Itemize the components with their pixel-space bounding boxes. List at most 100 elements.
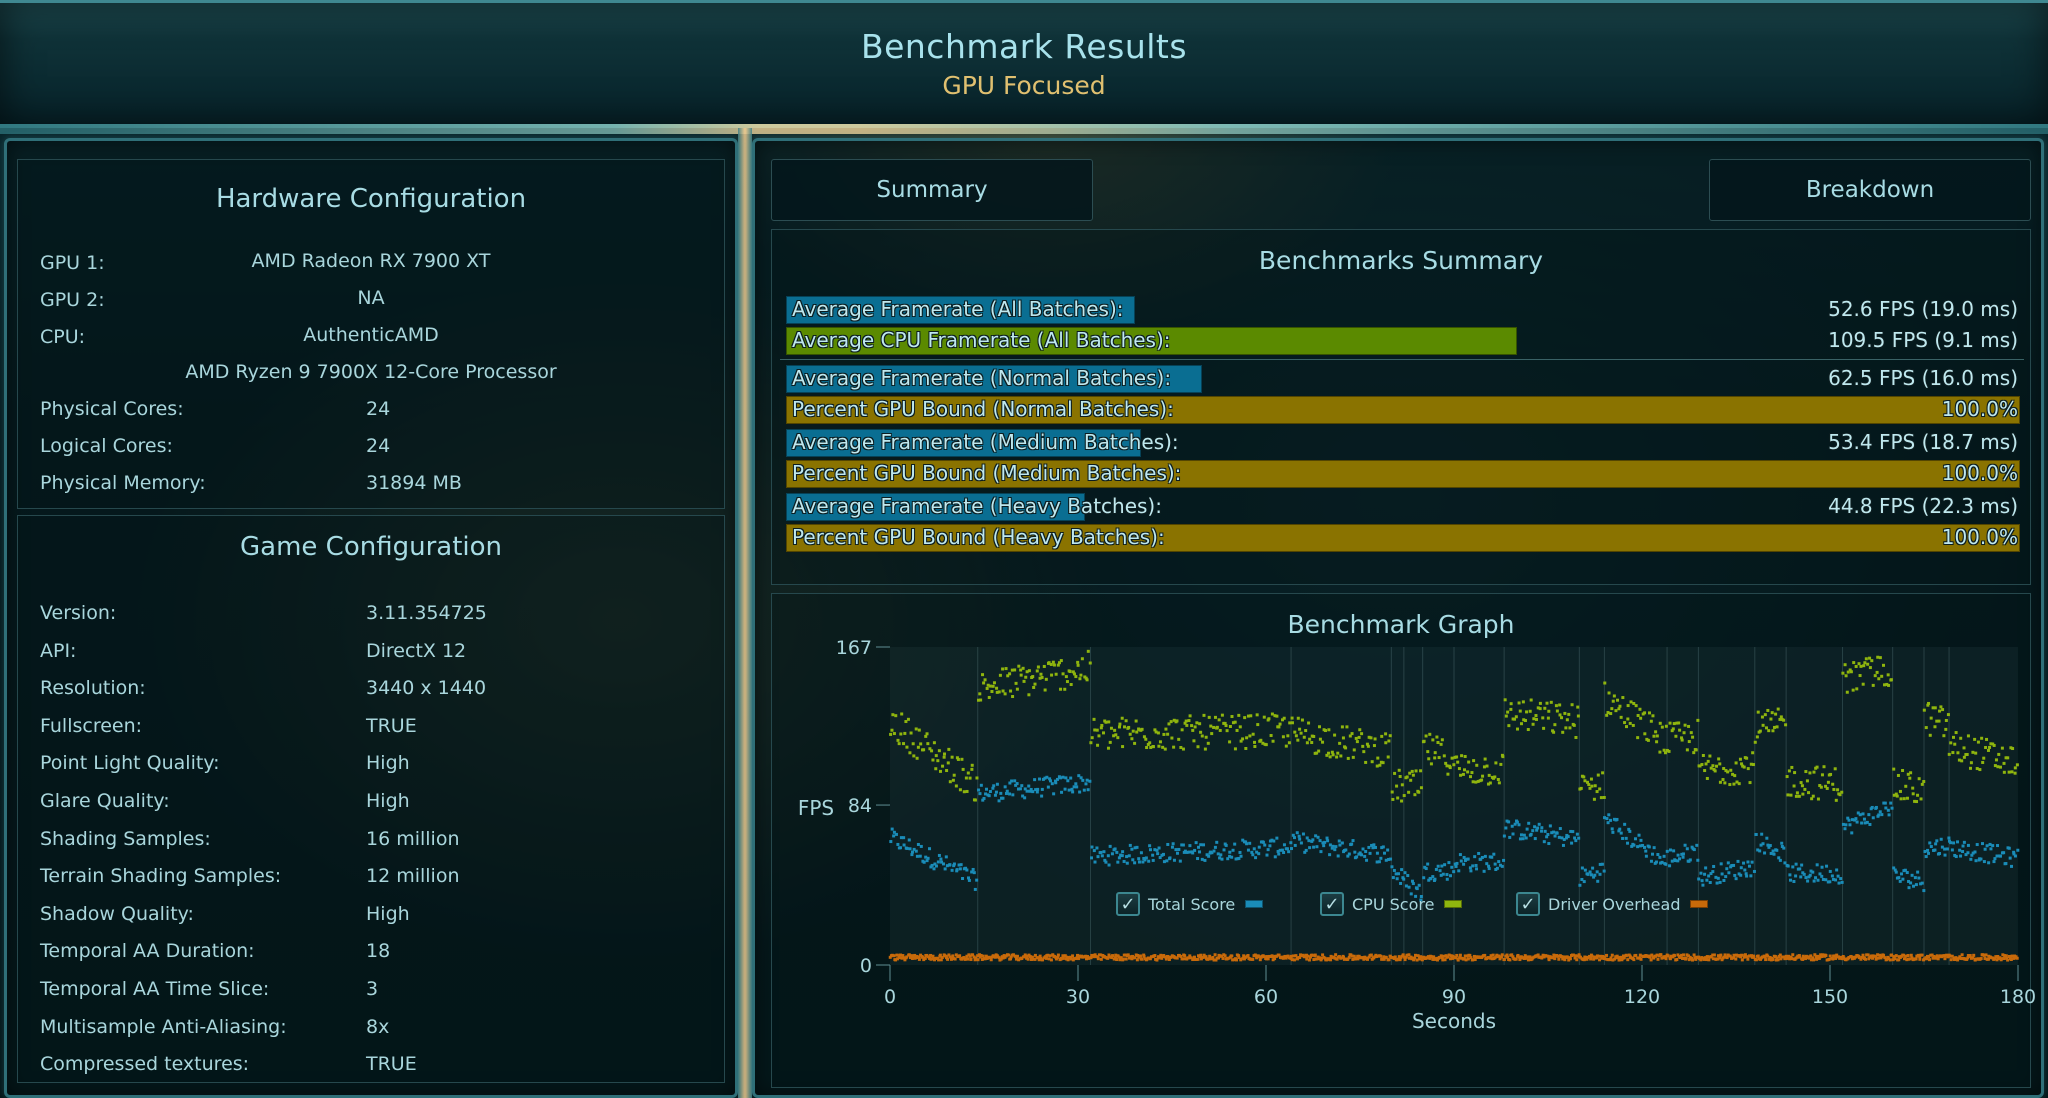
legend-swatch: [1245, 900, 1264, 908]
game-setting-row: Temporal AA Duration: 18: [40, 940, 390, 963]
game-setting-value: DirectX 12: [366, 639, 467, 662]
game-setting-row: Compressed textures: TRUE: [40, 1053, 417, 1076]
game-setting-value: 16 million: [366, 827, 460, 850]
game-setting-value: TRUE: [366, 714, 417, 737]
benchmark-graph-section: Benchmark Graph: [771, 593, 2031, 1088]
legend-label: Total Score: [1148, 894, 1236, 914]
summary-row: Average Framerate (Heavy Batches): 44.8 F…: [786, 493, 2020, 521]
game-setting-label: Terrain Shading Samples:: [40, 865, 282, 888]
game-setting-value: 8x: [366, 1015, 390, 1038]
hardware-row: Physical Cores: 24: [40, 398, 390, 420]
checkbox-checked-icon[interactable]: ✓: [1516, 892, 1540, 916]
summary-row-label: Average CPU Framerate (All Batches):: [792, 328, 1171, 352]
game-setting-value: 3: [366, 978, 379, 1000]
summary-row: Percent GPU Bound (Heavy Batches): 100.0%: [786, 524, 2020, 552]
summary-row-label: Average Framerate (All Batches):: [792, 297, 1124, 321]
tab-summary-label: Summary: [876, 177, 988, 203]
hardware-value: 24: [366, 435, 391, 457]
summary-row: Percent GPU Bound (Medium Batches): 100.0…: [786, 460, 2020, 488]
tab-summary[interactable]: Summary: [771, 159, 1093, 221]
game-setting-label: Multisample Anti-Aliasing:: [40, 1015, 287, 1038]
game-setting-label: Temporal AA Duration:: [40, 940, 255, 963]
chart-legend: ✓ Total Score ✓ CPU Score ✓ Driver Overh…: [0, 892, 2048, 922]
legend-label: Driver Overhead: [1548, 894, 1681, 914]
summary-row: Average Framerate (Medium Batches): 53.4 …: [786, 429, 2020, 457]
game-setting-label: API:: [40, 639, 77, 662]
hardware-row: Logical Cores: 24: [40, 435, 390, 457]
tab-breakdown-label: Breakdown: [1805, 177, 1935, 203]
game-setting-row: Glare Quality: High: [40, 790, 410, 812]
game-setting-label: Fullscreen:: [40, 714, 143, 737]
game-setting-value: 3.11.354725: [366, 602, 487, 624]
hardware-label: Physical Cores:: [40, 398, 184, 420]
hardware-label: Logical Cores:: [40, 435, 173, 457]
game-setting-row: Point Light Quality: High: [40, 752, 410, 775]
game-setting-row: Terrain Shading Samples: 12 million: [40, 865, 460, 888]
game-setting-label: Version:: [40, 602, 117, 624]
game-setting-row: Fullscreen: TRUE: [40, 714, 417, 737]
game-configuration-section: Game Configuration Version: 3.11.354725 AP…: [17, 515, 725, 1083]
summary-row-value: 100.0%: [1941, 461, 2018, 485]
legend-cpu-score[interactable]: ✓ CPU Score: [1320, 892, 1463, 916]
game-setting-row: Multisample Anti-Aliasing: 8x: [40, 1015, 389, 1038]
summary-row-value: 53.4 FPS (18.7 ms): [1828, 430, 2018, 454]
summary-row-value: 100.0%: [1941, 525, 2018, 549]
game-setting-label: Resolution:: [40, 677, 146, 700]
summary-row-label: Average Framerate (Heavy Batches):: [792, 494, 1162, 518]
hardware-value: 31894 MB: [366, 472, 462, 494]
legend-swatch: [1444, 900, 1463, 908]
legend-label: CPU Score: [1352, 894, 1435, 914]
hardware-label: Physical Memory:: [40, 472, 206, 494]
game-setting-value: High: [366, 790, 410, 812]
game-setting-value: 18: [366, 940, 391, 963]
checkbox-checked-icon[interactable]: ✓: [1320, 892, 1344, 916]
game-setting-value: 3440 x 1440: [366, 677, 487, 700]
game-setting-row: Shading Samples: 16 million: [40, 827, 460, 850]
benchmarks-summary-section: Benchmarks Summary Average Framerate (Al…: [771, 229, 2031, 585]
summary-row-label: Average Framerate (Normal Batches):: [792, 366, 1172, 390]
tab-breakdown[interactable]: Breakdown: [1709, 159, 2031, 221]
legend-driver-overhead[interactable]: ✓ Driver Overhead: [1516, 892, 1709, 916]
summary-row-value: 44.8 FPS (22.3 ms): [1828, 494, 2018, 518]
summary-row-label: Percent GPU Bound (Heavy Batches):: [792, 525, 1165, 549]
game-setting-label: Point Light Quality:: [40, 752, 220, 775]
gpu1-value: AMD Radeon RX 7900 XT: [251, 250, 491, 272]
header-banner: Benchmark Results GPU Focused: [0, 0, 2048, 128]
game-setting-label: Shading Samples:: [40, 827, 211, 850]
hardware-value: 24: [366, 398, 391, 420]
summary-row-label: Percent GPU Bound (Medium Batches):: [792, 461, 1182, 485]
cpu-vendor: AuthenticAMD: [303, 324, 439, 346]
hardware-row: Physical Memory: 31894 MB: [40, 472, 462, 494]
game-setting-value: High: [366, 752, 410, 775]
summary-row-label: Percent GPU Bound (Normal Batches):: [792, 397, 1174, 421]
panel-divider: [738, 128, 752, 1098]
legend-total-score[interactable]: ✓ Total Score: [1116, 892, 1264, 916]
header-divider: [0, 124, 2048, 134]
game-setting-row: Version: 3.11.354725: [40, 602, 487, 624]
configuration-panel: Hardware Configuration GPU 1: AMD Radeon…: [4, 138, 738, 1098]
game-setting-label: Compressed textures:: [40, 1053, 250, 1076]
summary-row: Average CPU Framerate (All Batches): 109.…: [786, 327, 2020, 355]
checkbox-checked-icon[interactable]: ✓: [1116, 892, 1140, 916]
game-setting-row: Temporal AA Time Slice: 3: [40, 978, 378, 1000]
legend-swatch: [1690, 900, 1709, 908]
page-title: Benchmark Results: [860, 27, 1188, 66]
summary-title: Benchmarks Summary: [1258, 246, 1544, 275]
hardware-section-title: Hardware Configuration: [215, 184, 527, 214]
summary-row-value: 52.6 FPS (19.0 ms): [1828, 297, 2018, 321]
game-setting-value: TRUE: [366, 1053, 417, 1076]
summary-row: Average Framerate (Normal Batches): 62.5 …: [786, 365, 2020, 393]
summary-row: Percent GPU Bound (Normal Batches): 100.0…: [786, 396, 2020, 424]
game-section-title: Game Configuration: [240, 532, 502, 562]
summary-row-label: Average Framerate (Medium Batches):: [792, 430, 1179, 454]
summary-separator: [780, 359, 2024, 360]
graph-title: Benchmark Graph: [1287, 610, 1515, 639]
game-setting-row: Resolution: 3440 x 1440: [40, 677, 486, 700]
hardware-configuration-section: Hardware Configuration GPU 1: AMD Radeon…: [17, 159, 725, 509]
summary-row: Average Framerate (All Batches): 52.6 FPS…: [786, 296, 2020, 324]
summary-row-value: 109.5 FPS (9.1 ms): [1828, 328, 2018, 352]
gpu2-value: NA: [357, 287, 385, 309]
page-subtitle: GPU Focused: [942, 71, 1106, 100]
game-setting-label: Temporal AA Time Slice:: [40, 978, 270, 1000]
game-setting-value: 12 million: [366, 865, 460, 888]
